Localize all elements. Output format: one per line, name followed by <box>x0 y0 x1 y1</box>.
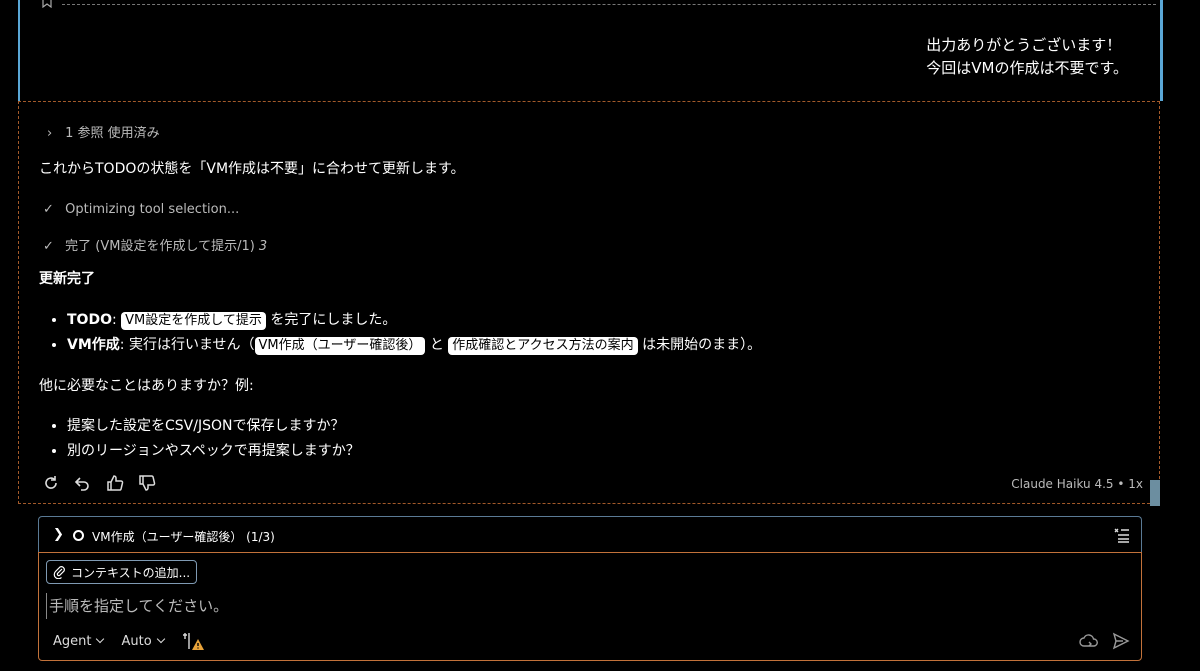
list-item: VM作成: 実行は行いません（VM作成（ユーザー確認後） と 作成確認とアクセス… <box>67 333 761 358</box>
todo-list-icon[interactable] <box>1113 526 1131 544</box>
follow-up-question: 他に必要なことはありますか？例: <box>39 378 254 394</box>
tool-step-count: 3 <box>258 239 268 254</box>
user-message-line: 今回はVMの作成は不要です。 <box>926 59 1128 77</box>
scrollbar-thumb[interactable] <box>1150 480 1160 506</box>
update-list: TODO: VM設定を作成して提示 を完了にしました。 VM作成: 実行は行いま… <box>49 308 761 358</box>
retry-icon[interactable] <box>41 473 61 493</box>
user-message-accent-bar <box>18 0 20 101</box>
user-message-text: 出力ありがとうございます！ 今回はVMの作成は不要です。 <box>926 34 1128 80</box>
chat-input[interactable] <box>46 593 1051 619</box>
add-context-button[interactable]: コンテキストの追加... <box>46 560 198 584</box>
add-context-label: コンテキストの追加... <box>71 565 191 580</box>
check-icon: ✓ <box>43 202 54 217</box>
chat-input-box: コンテキストの追加... Agent Auto <box>38 552 1142 661</box>
item-text: は未開始のまま）。 <box>637 337 762 353</box>
response-heading: 更新完了 <box>39 271 95 287</box>
todo-bar[interactable]: ❯ VM作成（ユーザー確認後） (1/3) <box>38 516 1142 552</box>
item-label: TODO <box>67 312 112 328</box>
tool-step: ✓ Optimizing tool selection... <box>43 202 239 217</box>
inline-code: VM作成（ユーザー確認後） <box>254 337 426 355</box>
intro-text: これからTODOの状態を「VM作成は不要」に合わせて更新します。 <box>39 161 465 177</box>
inline-code: 作成確認とアクセス方法の案内 <box>448 337 638 355</box>
references-toggle[interactable]: › 1 参照 使用済み <box>47 122 160 141</box>
undo-icon[interactable] <box>73 473 93 493</box>
cloud-icon[interactable] <box>1079 631 1099 651</box>
thumbs-up-icon[interactable] <box>105 473 125 493</box>
options-list: 提案した設定をCSV/JSONで保存しますか？ 別のリージョンやスペックで再提案… <box>49 414 360 464</box>
chevron-right-icon[interactable]: ❯ <box>53 527 64 542</box>
user-message-block: 出力ありがとうございます！ 今回はVMの作成は不要です。 <box>18 0 1163 101</box>
model-dropdown[interactable]: Auto <box>121 634 163 649</box>
tool-step[interactable]: ✓ 完了 (VM設定を作成して提示/1) 3 <box>43 235 267 254</box>
tool-step-label: Optimizing tool selection... <box>65 202 240 217</box>
mode-dropdown[interactable]: Agent <box>53 634 103 649</box>
check-icon: ✓ <box>43 239 54 254</box>
assistant-response: › 1 参照 使用済み これからTODOの状態を「VM作成は不要」に合わせて更新… <box>18 101 1160 504</box>
tool-step-label: 完了 (VM設定を作成して提示/1) <box>65 239 259 254</box>
send-icon[interactable] <box>1111 631 1131 651</box>
user-message-right-bar <box>1160 0 1163 101</box>
chevron-right-icon: › <box>47 126 53 141</box>
user-message-line: 出力ありがとうございます！ <box>926 36 1122 54</box>
model-info: Claude Haiku 4.5 • 1x <box>1011 477 1143 491</box>
tools-icon[interactable] <box>182 631 206 651</box>
item-label: VM作成 <box>67 337 120 353</box>
todo-status-icon <box>73 530 84 541</box>
item-text: : <box>111 312 122 328</box>
item-text: : 実行は行いません（ <box>119 337 255 353</box>
todo-label: VM作成（ユーザー確認後） (1/3) <box>92 530 275 544</box>
item-text: を完了にしました。 <box>265 312 397 328</box>
send-controls <box>1079 631 1131 651</box>
thumbs-down-icon[interactable] <box>137 473 157 493</box>
list-item: 提案した設定をCSV/JSONで保存しますか？ <box>67 414 360 439</box>
list-item: 別のリージョンやスペックで再提案しますか？ <box>67 439 360 464</box>
divider <box>62 4 1156 5</box>
paperclip-icon <box>53 566 65 579</box>
response-actions <box>41 473 157 493</box>
input-toolbar: Agent Auto <box>53 631 206 651</box>
list-item: TODO: VM設定を作成して提示 を完了にしました。 <box>67 308 761 333</box>
item-text: と <box>425 337 449 353</box>
references-label: 1 参照 使用済み <box>65 126 160 141</box>
bookmark-icon[interactable] <box>42 0 52 8</box>
inline-code: VM設定を作成して提示 <box>121 312 266 330</box>
